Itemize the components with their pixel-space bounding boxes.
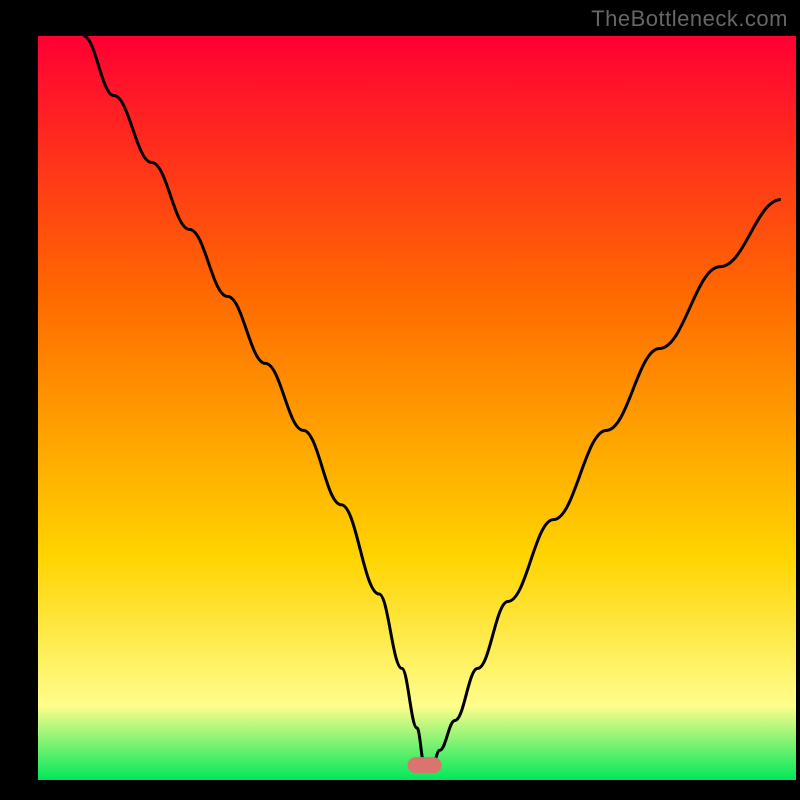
chart-frame: TheBottleneck.com	[0, 0, 800, 800]
min-marker	[408, 757, 442, 773]
plot-background	[38, 36, 796, 780]
attribution-text: TheBottleneck.com	[591, 6, 788, 32]
bottleneck-chart	[0, 0, 800, 800]
